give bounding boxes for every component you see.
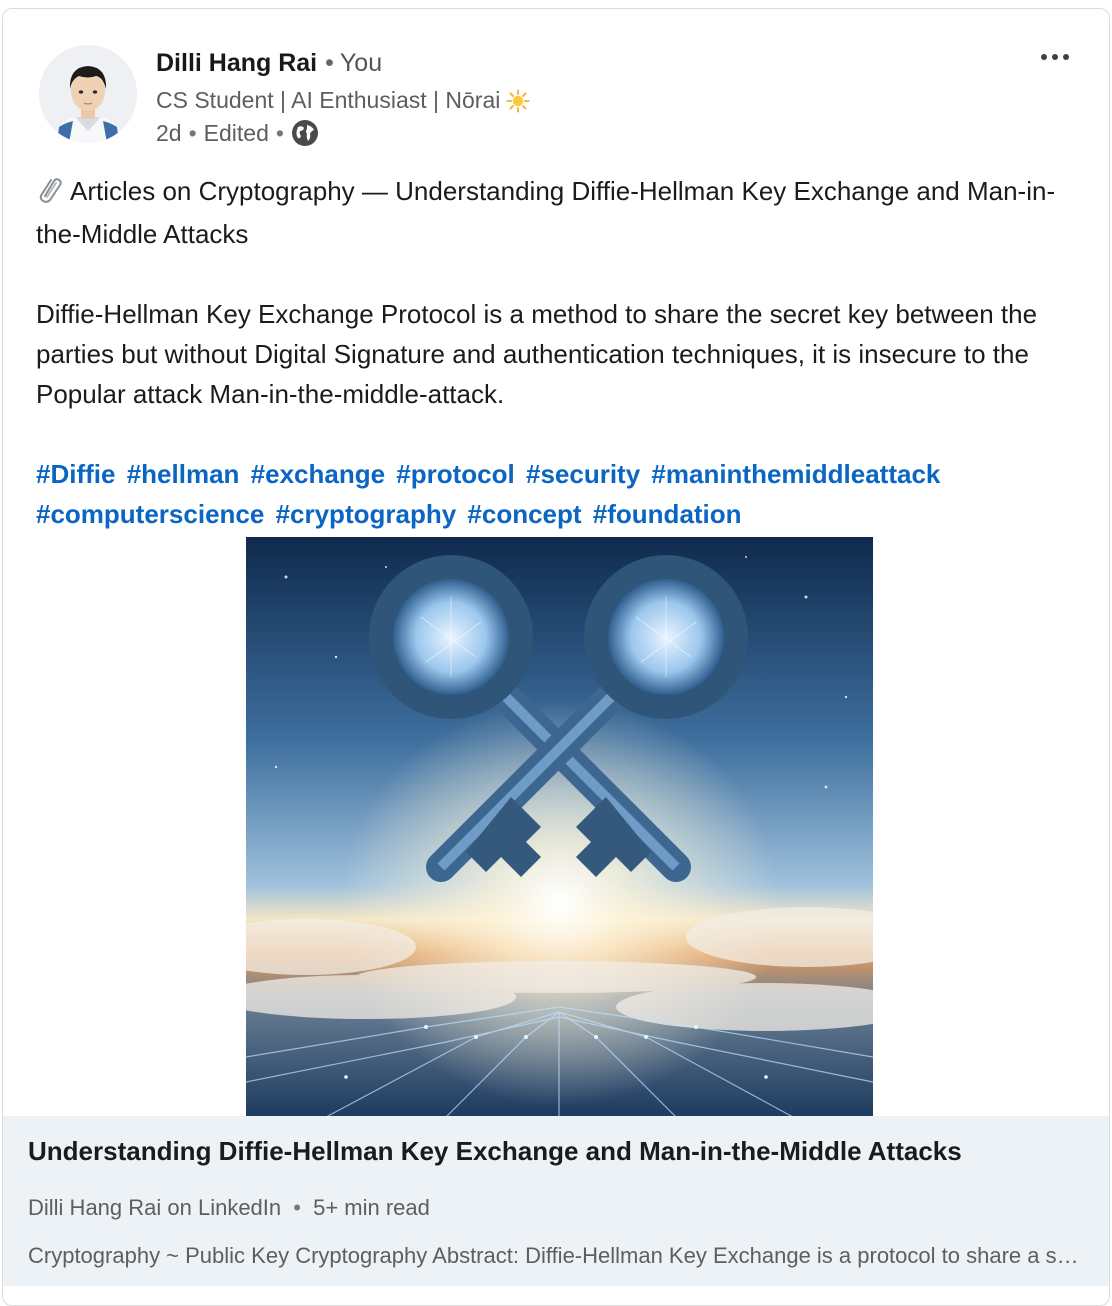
hashtag-link[interactable]: #Diffie (36, 459, 115, 489)
actor-headline: CS Student | AI Enthusiast | Nōrai (156, 87, 530, 114)
hashtag-link[interactable]: #computerscience (36, 499, 264, 529)
post-paragraph: Diffie-Hellman Key Exchange Protocol is … (36, 299, 1038, 409)
article-meta: Dilli Hang Rai on LinkedIn • 5+ min read (28, 1195, 430, 1221)
feed-post-card: Dilli Hang Rai • You CS Student | AI Enthu… (2, 8, 1110, 1306)
post-title-line: Articles on Cryptography — Understanding… (36, 171, 1086, 254)
separator-dot: • (325, 49, 334, 77)
actor-name-row[interactable]: Dilli Hang Rai • You (156, 49, 382, 78)
separator-dot: • (188, 119, 197, 146)
separator-dot: • (293, 1195, 301, 1220)
hashtag-link[interactable]: #cryptography (276, 499, 457, 529)
actor-name[interactable]: Dilli Hang Rai (156, 49, 317, 77)
edited-label: Edited (203, 119, 269, 146)
hashtag-link[interactable]: #foundation (593, 499, 742, 529)
post-title-text: Articles on Cryptography — Understanding… (36, 176, 1056, 249)
headline-text: CS Student | AI Enthusiast | Nōrai (156, 87, 501, 113)
post-time: 2d (156, 119, 182, 146)
paperclip-icon (36, 174, 64, 214)
article-description: Cryptography ~ Public Key Cryptography A… (28, 1243, 1083, 1268)
more-horizontal-icon (1041, 54, 1069, 60)
article-cover-image[interactable] (246, 537, 873, 1117)
hashtag-link[interactable]: #security (526, 459, 640, 489)
hashtag-link[interactable]: #hellman (127, 459, 240, 489)
article-title[interactable]: Understanding Diffie-Hellman Key Exchang… (28, 1136, 962, 1167)
sun-emoji-icon (506, 89, 530, 113)
you-label: You (339, 49, 383, 77)
article-link-card[interactable]: Understanding Diffie-Hellman Key Exchang… (3, 1116, 1109, 1286)
hashtag-link[interactable]: #protocol (396, 459, 514, 489)
post-meta: 2d • Edited • (156, 119, 319, 147)
post-commentary: Articles on Cryptography — Understanding… (36, 171, 1086, 534)
more-options-button[interactable] (1035, 39, 1075, 75)
article-read-time: 5+ min read (313, 1195, 430, 1220)
avatar[interactable] (39, 45, 137, 143)
hashtag-link[interactable]: #concept (467, 499, 581, 529)
separator-dot: • (275, 119, 284, 146)
hashtag-link[interactable]: #exchange (251, 459, 385, 489)
globe-icon (291, 119, 319, 147)
hashtag-link[interactable]: #maninthemiddleattack (651, 459, 940, 489)
article-source: Dilli Hang Rai on LinkedIn (28, 1195, 282, 1220)
hashtag-list: #Diffie #hellman #exchange #protocol #se… (36, 454, 1086, 534)
